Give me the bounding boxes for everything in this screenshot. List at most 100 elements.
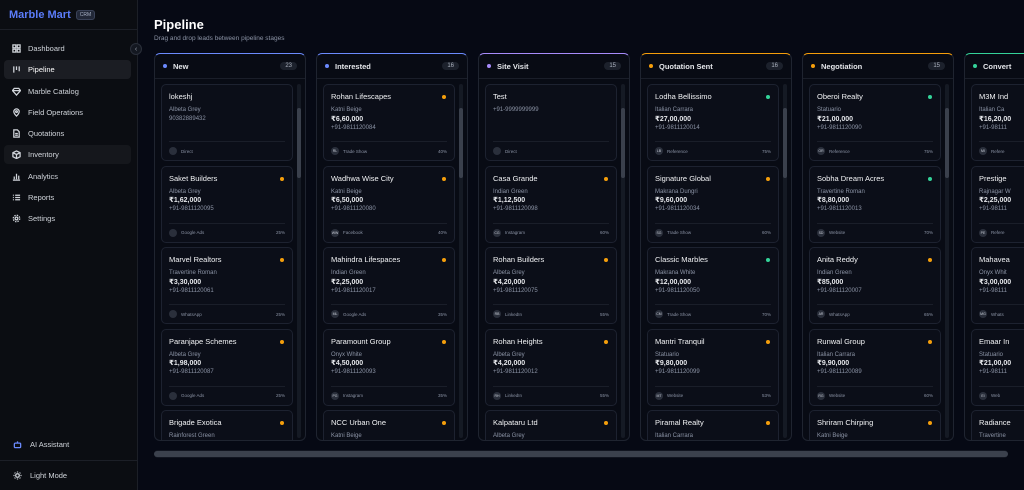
lead-card[interactable]: Kalpataru LtdAlbeta Grey₹2,88,000+91-981… (485, 410, 617, 440)
lead-card[interactable]: Mantri Tranquil Statuario ₹9,80,000 +91-981… (647, 328, 779, 406)
sidebar-item-settings[interactable]: Settings (4, 209, 131, 228)
lead-card[interactable]: Classic Marbles Makrana White ₹12,00,000 +9… (647, 247, 779, 324)
column-scrollbar[interactable] (621, 84, 625, 438)
column-scroll-thumb[interactable] (459, 108, 463, 178)
lead-card[interactable]: Lodha Bellissimo Italian Carrara ₹27,00,00… (647, 84, 779, 161)
lead-phone: +91-9811120050 (655, 287, 700, 294)
column-scrollbar[interactable] (297, 84, 301, 438)
sidebar-item-field-operations[interactable]: Field Operations (4, 103, 131, 122)
document-icon (11, 129, 21, 139)
avatar: SD (817, 228, 825, 237)
column-count-badge: 16 (442, 62, 459, 70)
lead-probability: 75% (923, 148, 933, 154)
lead-card[interactable]: Radiance Travertine (971, 410, 1024, 440)
lead-material: Italian Carrara (817, 351, 856, 358)
sidebar-item-reports[interactable]: Reports (4, 188, 131, 207)
lead-card[interactable]: Rohan Heights Albeta Grey ₹4,20,000 +91-981… (485, 328, 617, 406)
lead-card[interactable]: Wadhwa Wise City Katni Beige ₹6,50,000 +91-… (323, 165, 455, 243)
lead-card[interactable]: Mahavea Onyx Whit ₹3,00,000 +91-98111 MG What… (971, 247, 1024, 324)
column-scroll-thumb[interactable] (297, 108, 301, 178)
ai-assistant-button[interactable]: AI Assistant (0, 432, 137, 456)
column-scroll-thumb[interactable] (621, 108, 625, 178)
lead-material: Indian Green (331, 270, 366, 276)
lead-card[interactable]: lokeshj Albeta Grey 90382889432 Direct (161, 84, 293, 161)
lead-source: Reference (829, 148, 850, 154)
lead-name: Emaar In (979, 336, 1010, 346)
board-scroll-thumb[interactable] (154, 451, 1008, 457)
priority-dot-icon (604, 176, 608, 181)
sidebar-item-marble-catalog[interactable]: Marble Catalog (4, 82, 131, 101)
sidebar-footer: AI Assistant Light Mode (0, 432, 137, 490)
lead-card[interactable]: Piramal Realty Italian Carrara (647, 410, 779, 440)
column-cards: Lodha Bellissimo Italian Carrara ₹27,00,00… (647, 84, 779, 440)
sidebar-item-dashboard[interactable]: Dashboard (4, 39, 131, 58)
priority-dot-icon (604, 258, 608, 262)
sidebar-item-inventory[interactable]: Inventory (4, 145, 131, 165)
column-cards: Oberoi Realty Statuario ₹21,00,000 +91-9811… (809, 84, 941, 440)
lead-amount: ₹9,60,000 (655, 197, 688, 204)
collapse-sidebar-button[interactable]: ‹ (130, 43, 142, 55)
lead-phone: 90382889432 (169, 115, 206, 122)
lead-name: Brigade Exotica (169, 418, 222, 427)
column-scroll-thumb[interactable] (945, 108, 949, 178)
sidebar-item-pipeline[interactable]: Pipeline (4, 60, 131, 80)
lead-card[interactable]: Casa Grande Indian Green ₹1,12,500 +91-9811… (485, 165, 617, 243)
lead-name: Paramount Group (331, 336, 391, 346)
lead-card[interactable]: Sobha Dream Acres Travertine Roman ₹8,80,0… (809, 165, 941, 243)
column-count-badge: 23 (280, 62, 297, 70)
sidebar-item-quotations[interactable]: Quotations (4, 124, 131, 143)
lead-card[interactable]: Runwal Group Italian Carrara ₹9,90,000 +91-… (809, 328, 941, 406)
lead-card[interactable]: NCC Urban One Katni Beige (323, 410, 455, 440)
lead-card[interactable]: Signature Global Makrana Dungri ₹9,60,000 +… (647, 165, 779, 243)
avatar: RG (817, 391, 825, 400)
column-header: Convert (965, 54, 1024, 79)
board-horizontal-scrollbar[interactable] (154, 450, 1008, 458)
lead-card[interactable]: Test +91-9999999999 Direct (485, 84, 617, 161)
lead-card[interactable]: Marvel Realtors Travertine Roman ₹3,30,000… (161, 247, 293, 324)
lead-card[interactable]: Oberoi Realty Statuario ₹21,00,000 +91-9811… (809, 84, 941, 161)
pipeline-column-convert: Convert M3M Ind Italian Ca ₹16,20,00 +91-981… (964, 53, 1024, 441)
lead-probability: 60% (761, 230, 771, 235)
lead-card-footer: PE Refere (979, 222, 1024, 237)
brand[interactable]: Marble Mart CRM (0, 0, 137, 30)
lead-amount: ₹1,98,000 (169, 360, 202, 367)
lead-card[interactable]: Mahindra Lifespaces Indian Green ₹2,25,000… (323, 247, 455, 324)
lead-source: WhatsApp (829, 311, 850, 317)
lead-card[interactable]: M3M Ind Italian Ca ₹16,20,00 +91-98111 MI Ref… (971, 84, 1024, 161)
lead-card[interactable]: Shriram Chirping Katni Beige (809, 410, 941, 440)
lead-phone: +91-9811120007 (817, 287, 862, 294)
lead-card[interactable]: Prestige Rajnagar W ₹2,25,000 +91-98111 PE Re… (971, 165, 1024, 243)
lead-card[interactable]: Rohan Builders Albeta Grey ₹4,20,000 +91-98… (485, 247, 617, 324)
lead-source: WhatsApp (181, 311, 202, 317)
avatar: SG (655, 228, 663, 237)
lead-card[interactable]: Rohan Lifescapes Katni Beige ₹6,60,000 +91-… (323, 84, 455, 161)
lead-amount: ₹4,20,000 (493, 278, 526, 286)
lead-card[interactable]: Paranjape Schemes Albeta Grey ₹1,98,000 +91… (161, 328, 293, 406)
lead-name: Shriram Chirping (817, 418, 874, 427)
lead-source: Instagram (343, 393, 364, 398)
lead-amount: ₹2,25,000 (331, 278, 364, 286)
lead-probability: 60% (599, 230, 609, 235)
lead-source: Website (667, 393, 684, 398)
sidebar-item-label: Quotations (28, 129, 65, 139)
lead-card[interactable]: Emaar In Statuario ₹21,00,00 +91-98111 EI Web (971, 328, 1024, 406)
avatar (169, 228, 177, 237)
lead-phone: +91-9811120087 (169, 369, 214, 375)
avatar: PG (331, 391, 339, 400)
lead-source: Trade Show (667, 230, 692, 235)
theme-toggle-button[interactable]: Light Mode (0, 460, 137, 490)
lead-card-footer: LB Reference 75% (655, 141, 771, 155)
lead-card[interactable]: Brigade ExoticaRainforest Green₹3,32,500 (161, 410, 293, 440)
lead-name: Mantri Tranquil (655, 336, 705, 346)
column-scrollbar[interactable] (459, 84, 463, 438)
column-scrollbar[interactable] (783, 84, 787, 438)
lead-card[interactable]: Anita Reddy Indian Green ₹85,000 +91-981112… (809, 247, 941, 324)
column-scrollbar[interactable] (945, 84, 949, 438)
sidebar-item-analytics[interactable]: Analytics (4, 167, 131, 186)
lead-source: Refere (991, 230, 1005, 235)
lead-card[interactable]: Saket Builders Albeta Grey ₹1,62,000 +91-98… (161, 165, 293, 243)
lead-card[interactable]: Paramount Group Onyx White ₹4,50,000 +91-98… (323, 328, 455, 406)
avatar: MT (655, 391, 663, 400)
column-scroll-thumb[interactable] (783, 108, 787, 178)
lead-phone: +91-9811120099 (655, 369, 700, 375)
